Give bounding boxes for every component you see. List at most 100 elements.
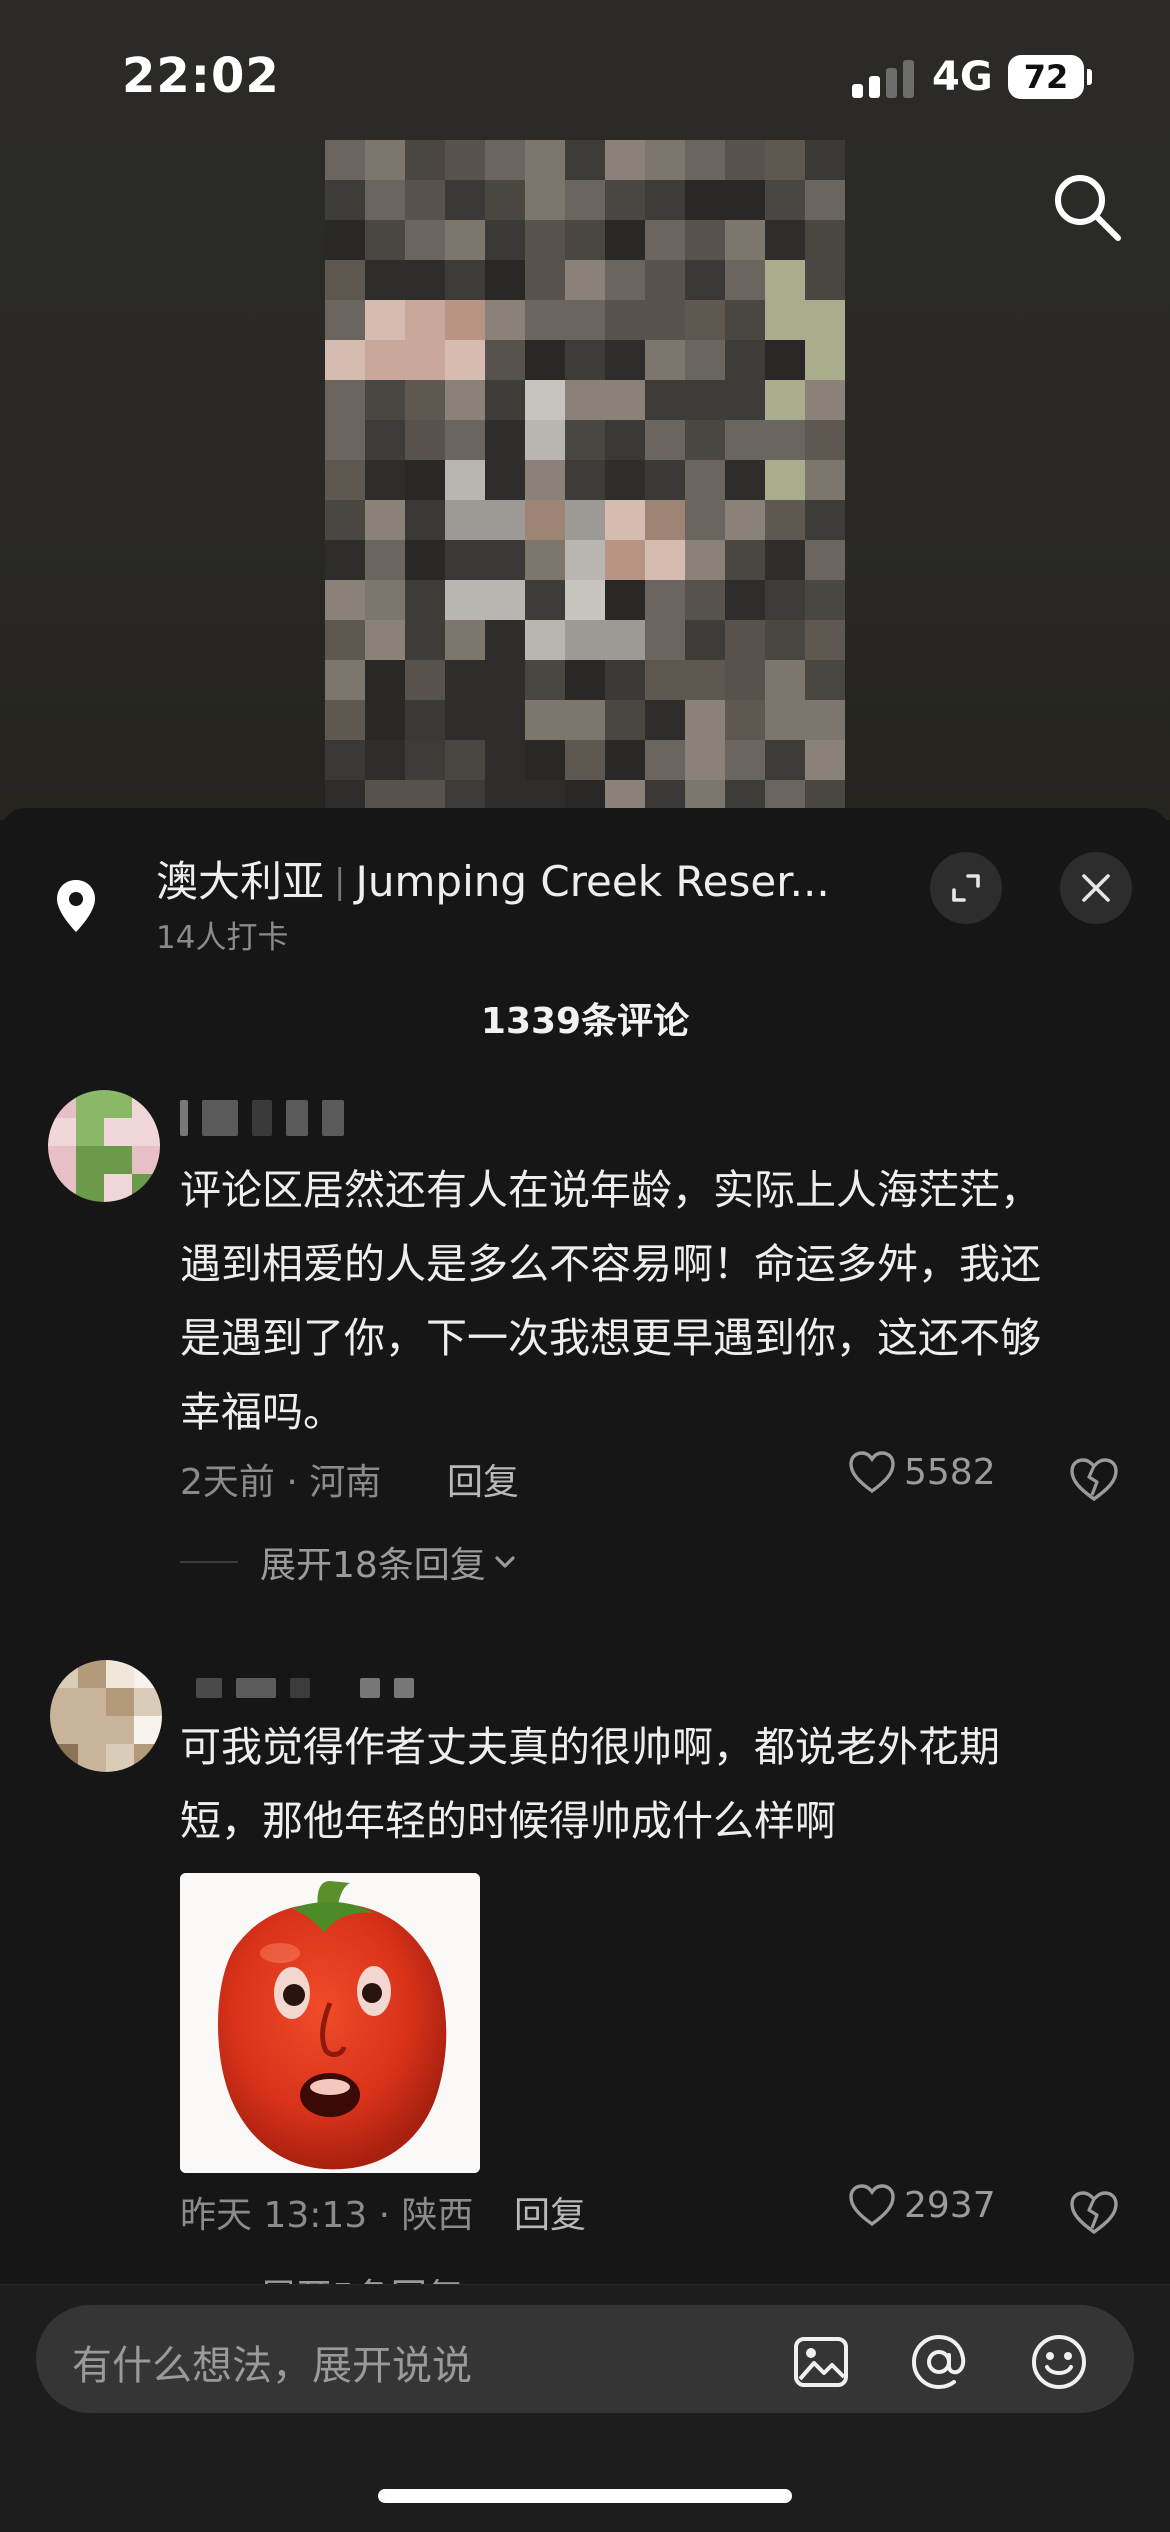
mosaic-tile (565, 460, 605, 500)
mosaic-tile (445, 220, 485, 260)
avatar-tile (134, 1716, 162, 1744)
comment-input[interactable]: 有什么想法，展开说说 (36, 2305, 1134, 2413)
avatar-tile (132, 1174, 160, 1202)
mosaic-tile (405, 500, 445, 540)
mosaic-tile (805, 260, 845, 300)
mosaic-tile (805, 420, 845, 460)
location-title[interactable]: 澳大利亚 | Jumping Creek Reser... (156, 848, 856, 909)
heart-icon (849, 1451, 895, 1494)
mosaic-tile (765, 180, 805, 220)
comment-text: 可我觉得作者丈夫真的很帅啊，都说老外花期短，那他年轻的时候得帅成什么样啊 (180, 1723, 1000, 1845)
avatar-tile (134, 1688, 162, 1716)
mosaic-tile (365, 140, 405, 180)
emoji-icon[interactable] (1030, 2333, 1088, 2391)
mosaic-tile (645, 740, 685, 780)
mosaic-tile (565, 740, 605, 780)
mosaic-tile (685, 340, 725, 380)
mosaic-tile (565, 340, 605, 380)
image-icon[interactable] (792, 2333, 850, 2391)
location-country: 澳大利亚 (156, 857, 325, 906)
mosaic-tile (325, 740, 365, 780)
mosaic-tile (605, 540, 645, 580)
mosaic-tile (485, 540, 525, 580)
mosaic-tile (645, 140, 685, 180)
mosaic-tile (685, 300, 725, 340)
mosaic-tile (485, 740, 525, 780)
pixelated-photo[interactable] (325, 140, 845, 810)
expand-button[interactable] (930, 852, 1002, 924)
mosaic-tile (365, 620, 405, 660)
avatar-tile (106, 1660, 134, 1688)
mosaic-tile (765, 740, 805, 780)
mosaic-tile (405, 700, 445, 740)
mosaic-tile (805, 340, 845, 380)
battery-level: 72 (1008, 55, 1084, 99)
mosaic-tile (485, 300, 525, 340)
mosaic-tile (445, 660, 485, 700)
mosaic-tile (565, 700, 605, 740)
comment-meta: 2天前 · 河南 (180, 1462, 382, 1503)
photo-mosaic (325, 140, 845, 810)
video-area[interactable]: 22:02 4G 72 (0, 0, 1170, 820)
mosaic-tile (445, 580, 485, 620)
mosaic-tile (405, 300, 445, 340)
mosaic-tile (685, 740, 725, 780)
mosaic-tile (445, 620, 485, 660)
mosaic-tile (805, 220, 845, 260)
like-button[interactable]: 5582 (848, 1450, 996, 1494)
mosaic-tile (605, 180, 645, 220)
mosaic-tile (565, 620, 605, 660)
mosaic-tile (605, 740, 645, 780)
mosaic-tile (685, 220, 725, 260)
mosaic-tile (365, 540, 405, 580)
mosaic-tile (405, 260, 445, 300)
avatar[interactable] (48, 1090, 160, 1202)
search-icon[interactable] (1048, 168, 1126, 246)
mosaic-tile (365, 500, 405, 540)
broken-heart-icon[interactable] (1068, 1456, 1120, 1502)
mosaic-tile (765, 540, 805, 580)
mosaic-tile (645, 700, 685, 740)
mosaic-tile (685, 460, 725, 500)
mosaic-tile (325, 460, 365, 500)
home-indicator[interactable] (378, 2489, 792, 2503)
at-icon[interactable] (910, 2333, 968, 2391)
close-button[interactable] (1060, 852, 1132, 924)
comments-sheet: 澳大利亚 | Jumping Creek Reser... 14人打卡 1339条评… (0, 808, 1170, 2532)
mosaic-tile (765, 700, 805, 740)
mosaic-tile (485, 340, 525, 380)
mosaic-tile (325, 380, 365, 420)
mosaic-tile (805, 500, 845, 540)
broken-heart-icon[interactable] (1068, 2189, 1120, 2235)
reply-button[interactable]: 回复 (447, 1453, 519, 1505)
mosaic-tile (765, 260, 805, 300)
expand-replies[interactable]: 展开18条回复 (180, 1536, 520, 1588)
mosaic-tile (325, 540, 365, 580)
avatar-tile (78, 1716, 106, 1744)
bell-pepper-sticker[interactable] (180, 1873, 480, 2173)
mosaic-tile (325, 140, 365, 180)
avatar-tile (132, 1118, 160, 1146)
mosaic-tile (445, 180, 485, 220)
mosaic-tile (805, 540, 845, 580)
mosaic-tile (525, 780, 565, 810)
username-redacted[interactable] (180, 1098, 344, 1138)
mosaic-tile (325, 780, 365, 810)
mosaic-tile (445, 540, 485, 580)
mosaic-tile (565, 220, 605, 260)
avatar-tile (78, 1744, 106, 1772)
mosaic-tile (445, 460, 485, 500)
mosaic-tile (685, 700, 725, 740)
username-redacted[interactable] (196, 1668, 414, 1708)
comment-text: 评论区居然还有人在说年龄，实际上人海茫茫，遇到相爱的人是多么不容易啊！命运多舛，… (180, 1166, 1041, 1436)
mosaic-tile (805, 580, 845, 620)
avatar[interactable] (50, 1660, 162, 1772)
mosaic-tile (645, 220, 685, 260)
mosaic-tile (485, 220, 525, 260)
comment-count: 1339条评论 (480, 1001, 690, 1042)
mosaic-tile (725, 260, 765, 300)
mosaic-tile (765, 140, 805, 180)
reply-button[interactable]: 回复 (514, 2186, 586, 2238)
like-button[interactable]: 2937 (848, 2183, 996, 2227)
mosaic-tile (645, 260, 685, 300)
